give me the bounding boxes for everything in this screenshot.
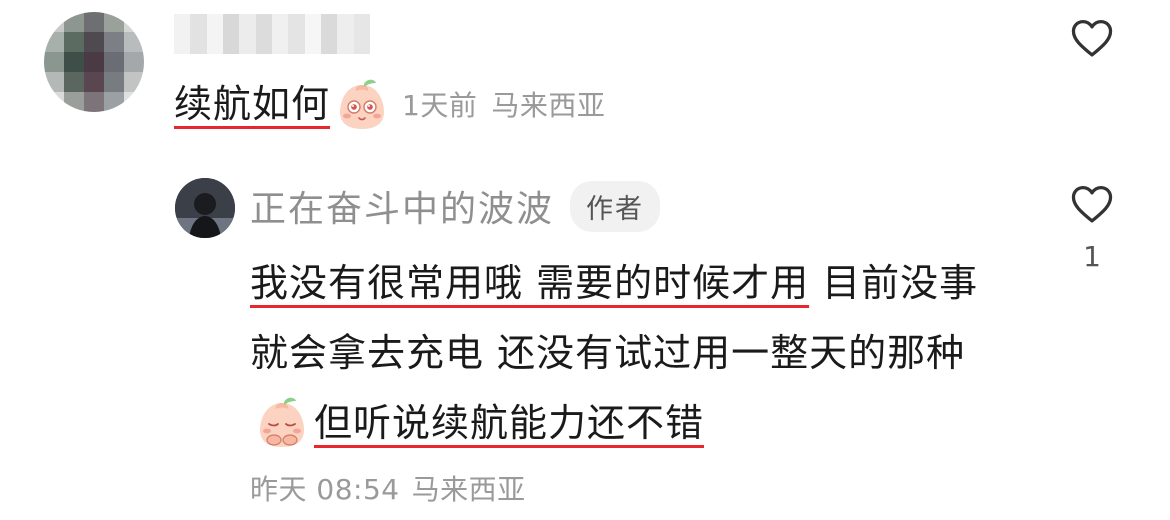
commenter-avatar[interactable] xyxy=(44,12,144,112)
peach-emoji-shy-hands-icon xyxy=(254,394,310,450)
comment-time: 1天前 xyxy=(402,89,478,122)
author-badge: 作者 xyxy=(570,180,661,232)
reply-like-heart-icon[interactable] xyxy=(1070,184,1114,224)
commenter-name[interactable] xyxy=(174,14,370,54)
comment-like-heart-icon[interactable] xyxy=(1070,18,1114,58)
reply-text-segment-3: 但听说续航能力还不错 xyxy=(314,401,705,445)
reply-author-name[interactable]: 正在奋斗中的波波 xyxy=(250,180,554,232)
reply-like-count: 1 xyxy=(1083,240,1101,273)
comment-location: 马来西亚 xyxy=(491,89,606,122)
reply-location: 马来西亚 xyxy=(411,473,526,506)
reply-time: 昨天 08:54 xyxy=(250,473,400,506)
reply-text-segment-1: 我没有很常用哦 需要的时候才用 xyxy=(250,261,810,305)
reply-text: 我没有很常用哦 需要的时候才用 目前没事就会拿去充电 还没有试过用一整天的那种 … xyxy=(250,248,1010,458)
reply-author-avatar[interactable] xyxy=(175,178,235,238)
reply-header: 正在奋斗中的波波 作者 xyxy=(250,180,661,232)
peach-emoji-sparkle-eyes-icon xyxy=(334,76,390,132)
reply-meta: 昨天 08:54 马来西亚 xyxy=(250,468,526,508)
comment-text: 续航如何 xyxy=(174,82,331,126)
comment-row: 续航如何 1天前 马来西亚 xyxy=(174,76,605,132)
comment-meta: 1天前 马来西亚 xyxy=(402,84,605,124)
